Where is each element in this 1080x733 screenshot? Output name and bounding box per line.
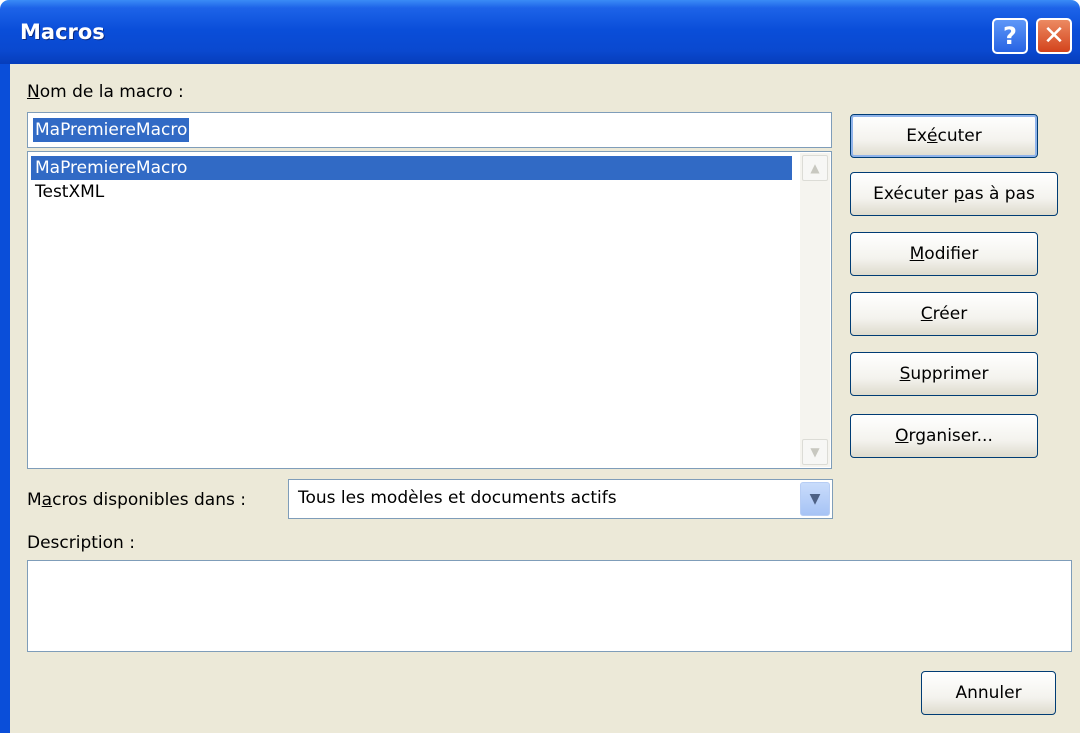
help-icon: ? xyxy=(1003,22,1017,50)
macro-name-value[interactable]: MaPremiereMacro xyxy=(33,118,190,142)
chevron-down-icon: ▼ xyxy=(810,445,820,459)
run-button[interactable]: Ex é cuter xyxy=(850,114,1038,158)
cancel-button[interactable]: Annuler xyxy=(921,671,1056,715)
step-into-button[interactable]: Exécuter p as à pas xyxy=(850,172,1058,216)
title-bar[interactable]: Macros ? ✕ xyxy=(0,0,1080,64)
scroll-up-button[interactable]: ▲ xyxy=(802,155,828,181)
macros-in-select[interactable]: Tous les modèles et documents actifs ▼ xyxy=(288,479,833,519)
chevron-up-icon: ▲ xyxy=(810,161,820,175)
dropdown-button[interactable]: ▼ xyxy=(800,482,830,516)
chevron-down-icon: ▼ xyxy=(809,491,821,507)
create-button[interactable]: Créer xyxy=(850,292,1038,336)
help-button[interactable]: ? xyxy=(992,18,1028,54)
macro-list[interactable]: MaPremiereMacro TestXML ▲ ▼ xyxy=(27,151,832,469)
organize-button[interactable]: Organiser... xyxy=(850,414,1038,458)
macros-in-value: Tous les modèles et documents actifs xyxy=(298,488,617,508)
macros-in-label: Macros disponibles dans : xyxy=(27,490,246,510)
delete-button[interactable]: Supprimer xyxy=(850,352,1038,396)
list-item[interactable]: MaPremiereMacro xyxy=(31,156,792,180)
dialog-title: Macros xyxy=(20,20,105,44)
scroll-down-button[interactable]: ▼ xyxy=(802,439,828,465)
macro-name-input[interactable]: MaPremiereMacro xyxy=(27,112,832,148)
macro-name-label: Nom de la macro : xyxy=(27,82,184,102)
macros-dialog: Macros ? ✕ Nom de la macro : MaPremiereM… xyxy=(0,0,1080,733)
list-scrollbar[interactable]: ▲ ▼ xyxy=(800,153,830,467)
edit-button[interactable]: Modifier xyxy=(850,232,1038,276)
description-label: Description : xyxy=(27,533,135,553)
description-box xyxy=(27,560,1072,652)
list-item[interactable]: TestXML xyxy=(31,180,104,204)
window-frame xyxy=(0,64,10,733)
close-button[interactable]: ✕ xyxy=(1036,18,1072,54)
close-icon: ✕ xyxy=(1043,21,1065,51)
dialog-body: Nom de la macro : MaPremiereMacro MaPrem… xyxy=(10,64,1080,733)
